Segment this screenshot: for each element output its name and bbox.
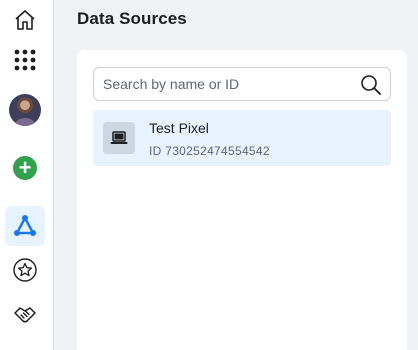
home-icon xyxy=(15,10,35,30)
favorites-button[interactable] xyxy=(5,250,45,290)
laptop-icon xyxy=(110,131,128,144)
create-button[interactable]: + xyxy=(5,148,45,188)
home-button[interactable] xyxy=(5,0,45,40)
all-tools-button[interactable] xyxy=(5,40,45,80)
page-title: Data Sources xyxy=(77,9,187,28)
events-manager-icon xyxy=(14,215,36,236)
avatar xyxy=(9,94,41,126)
account-button[interactable] xyxy=(5,90,45,130)
source-id: ID 730252474554542 xyxy=(149,144,270,158)
data-sources-panel: Test Pixel ID 730252474554542 xyxy=(77,50,407,350)
star-icon xyxy=(13,258,37,282)
partners-button[interactable] xyxy=(5,294,45,334)
data-source-item[interactable]: Test Pixel ID 730252474554542 xyxy=(93,110,391,166)
source-icon-box xyxy=(103,122,135,154)
grid-icon xyxy=(14,49,36,71)
events-manager-button[interactable] xyxy=(5,206,45,246)
left-nav-rail: + xyxy=(0,0,54,350)
source-name: Test Pixel xyxy=(149,120,209,136)
search-box xyxy=(93,67,391,101)
handshake-icon xyxy=(14,307,36,323)
search-input[interactable] xyxy=(94,68,354,100)
search-icon[interactable] xyxy=(360,74,382,96)
add-icon: + xyxy=(13,156,37,180)
